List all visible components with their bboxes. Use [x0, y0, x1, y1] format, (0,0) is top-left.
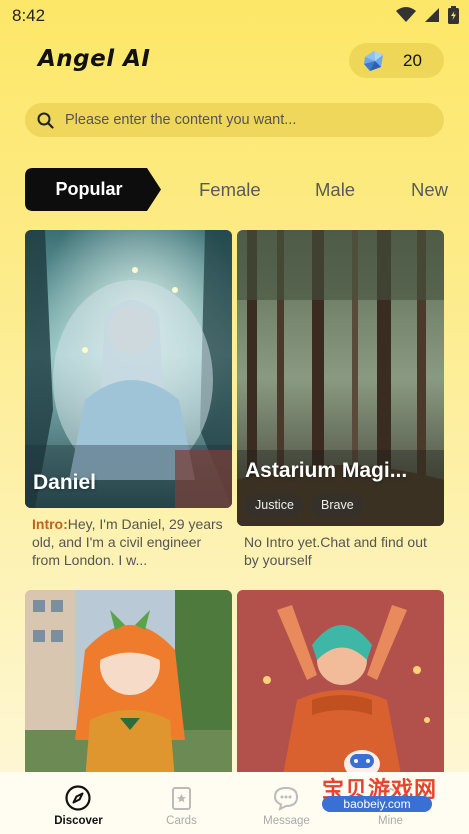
wifi-icon	[396, 7, 416, 23]
nav-discover-label: Discover	[54, 815, 103, 827]
character-name: Daniel	[33, 471, 97, 494]
search-input[interactable]	[65, 103, 435, 137]
character-card-daniel[interactable]: Daniel	[25, 230, 232, 508]
tab-popular-label: Popular	[55, 179, 123, 199]
search-bar[interactable]	[25, 103, 444, 137]
character-image	[25, 230, 232, 508]
tab-female[interactable]: Female	[199, 179, 261, 201]
intro-label: Intro:	[32, 516, 68, 532]
character-tag: Brave	[311, 494, 364, 516]
signal-icon	[424, 7, 440, 23]
gem-count: 20	[403, 51, 422, 70]
character-card[interactable]	[25, 590, 232, 780]
status-time: 8:42	[12, 6, 46, 25]
character-card-astarium[interactable]: Astarium Magi... Justice Brave	[237, 230, 444, 526]
status-icons	[396, 6, 459, 24]
nav-cards-label: Cards	[166, 815, 197, 827]
character-intro: Intro:Hey, I'm Daniel, 29 years old, and…	[32, 515, 230, 569]
status-bar: 8:42	[0, 0, 469, 32]
character-intro: No Intro yet.Chat and find out by yourse…	[244, 534, 427, 568]
search-icon	[37, 112, 54, 134]
battery-icon	[448, 6, 459, 24]
gem-icon	[361, 49, 387, 78]
character-name: Astarium Magi...	[245, 459, 408, 482]
tab-popular[interactable]: Popular	[25, 168, 161, 211]
nav-discover[interactable]: Discover	[20, 772, 137, 834]
character-tag: Justice	[245, 494, 304, 516]
tab-male[interactable]: Male	[315, 179, 355, 201]
nav-cards[interactable]: Cards	[123, 772, 240, 834]
watermark-url: baobeiy.com	[322, 796, 432, 812]
character-image	[25, 590, 232, 780]
gem-balance-button[interactable]: 20	[349, 43, 444, 78]
app-title: Angel AI	[38, 46, 151, 72]
tab-new[interactable]: New	[411, 179, 448, 201]
